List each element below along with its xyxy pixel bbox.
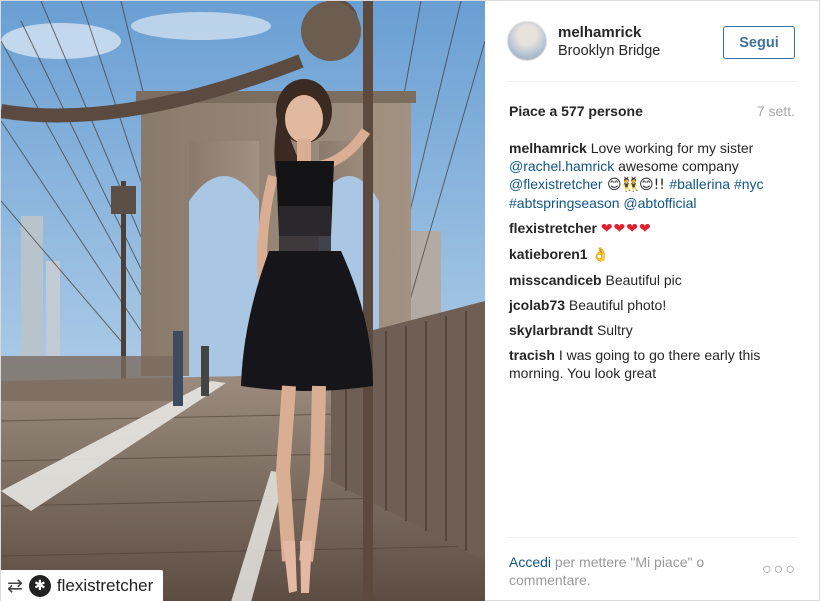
caption-text: Love working for my sister [590, 140, 754, 156]
repost-icon: ⇄ [7, 574, 23, 597]
photo-illustration [1, 1, 485, 601]
comment-text: Beautiful photo! [568, 297, 667, 313]
caption-username[interactable]: melhamrick [509, 140, 587, 156]
login-prompt: Accedi per mettere "Mi piace" o commenta… [509, 553, 741, 589]
comment: tracish I was going to go there early th… [509, 346, 799, 382]
comment-text: Sultry [596, 322, 633, 338]
caption-mention[interactable]: @abtofficial [623, 195, 696, 211]
likes-count[interactable]: Piace a 577 persone [509, 103, 643, 119]
post-header: melhamrick Brooklyn Bridge Segui [485, 1, 819, 81]
comment-username[interactable]: skylarbrandt [509, 322, 593, 338]
comment-username[interactable]: tracish [509, 347, 555, 363]
caption-hashtag[interactable]: #abtspringseason [509, 195, 620, 211]
comment: jcolab73 Beautiful photo! [509, 296, 799, 314]
comment: skylarbrandt Sultry [509, 321, 799, 339]
caption-text: awesome company [614, 158, 739, 174]
comment: misscandiceb Beautiful pic [509, 271, 799, 289]
repost-badge: ⇄ ✱ flexistretcher [1, 570, 164, 601]
post-sidebar: melhamrick Brooklyn Bridge Segui Piace a… [485, 1, 819, 600]
comment: flexistretcher ❤❤❤❤ [509, 219, 799, 238]
comment-username[interactable]: misscandiceb [509, 272, 602, 288]
post-timestamp[interactable]: 7 sett. [757, 103, 795, 119]
caption-hashtag[interactable]: #nyc [734, 176, 764, 192]
comment-list: melhamrick Love working for my sister @r… [509, 139, 799, 389]
comment-username[interactable]: flexistretcher [509, 220, 597, 236]
comment-username[interactable]: katieboren1 [509, 246, 588, 262]
avatar[interactable] [507, 21, 547, 61]
caption: melhamrick Love working for my sister @r… [509, 139, 799, 212]
caption-mention[interactable]: @rachel.hamrick [509, 158, 614, 174]
comment-text: Beautiful pic [605, 272, 682, 288]
login-link[interactable]: Accedi [509, 554, 551, 570]
comment-text: 👌 [591, 247, 609, 263]
author-username[interactable]: melhamrick [558, 24, 641, 41]
caption-emoji: 😊👯😊!! [602, 177, 670, 193]
caption-hashtag[interactable]: #ballerina [669, 176, 730, 192]
follow-button[interactable]: Segui [723, 26, 795, 59]
comment: katieboren1 👌 [509, 245, 799, 264]
more-options-icon[interactable]: ○○○ [762, 561, 797, 579]
location-link[interactable]: Brooklyn Bridge [558, 43, 660, 59]
post-frame: ⇄ ✱ flexistretcher melhamrick Brooklyn B… [0, 0, 820, 601]
flexistretcher-logo-icon: ✱ [28, 575, 51, 597]
comment-text: ❤❤❤❤ [600, 221, 652, 237]
comment-username[interactable]: jcolab73 [509, 297, 565, 313]
header-divider [507, 81, 797, 82]
caption-mention[interactable]: @flexistretcher [509, 176, 603, 192]
footer-divider [507, 537, 797, 538]
repost-username: flexistretcher [56, 576, 154, 595]
post-photo[interactable]: ⇄ ✱ flexistretcher [1, 1, 485, 601]
